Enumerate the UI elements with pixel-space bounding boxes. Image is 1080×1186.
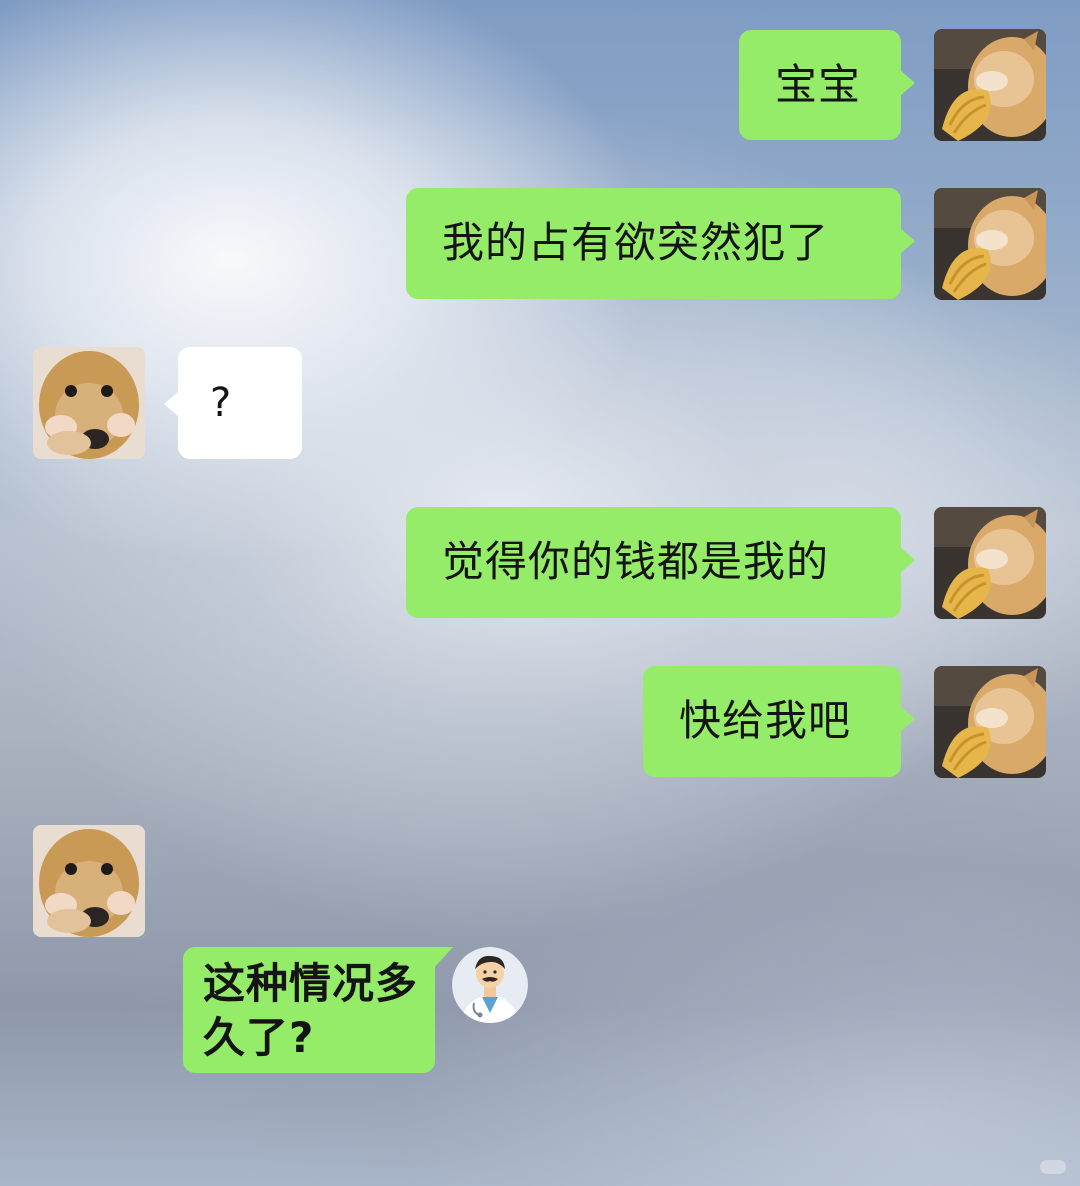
message-text: 宝宝 [775,60,862,109]
message-bubble-question[interactable]: ? [164,347,302,459]
message-text-line-2: 久了? [203,1013,315,1062]
dog-avatar-icon[interactable] [33,825,145,937]
message-text: 觉得你的钱都是我的 [442,537,830,586]
watermark [1040,1160,1066,1174]
cat-avatar-icon[interactable] [934,666,1046,778]
message-text-line-1: 这种情况多 [203,959,419,1008]
message-text: 我的占有欲突然犯了 [442,218,830,267]
cat-avatar-icon[interactable] [934,29,1046,141]
message-text: ? [210,380,233,426]
message-bubble-give-me[interactable]: 快给我吧 [643,666,915,777]
doctor-icon [452,947,528,1023]
message-bubble-money[interactable]: 觉得你的钱都是我的 [406,507,915,618]
message-text: 快给我吧 [679,696,852,745]
message-bubble-possessive[interactable]: 我的占有欲突然犯了 [406,188,915,299]
cat-avatar-icon[interactable] [934,188,1046,300]
message-bubble-baobao[interactable]: 宝宝 [739,30,915,140]
cat-avatar-icon[interactable] [934,507,1046,619]
message-bubble-how-long[interactable]: 这种情况多 久了? [183,947,453,1073]
dog-avatar-icon[interactable] [33,347,145,459]
